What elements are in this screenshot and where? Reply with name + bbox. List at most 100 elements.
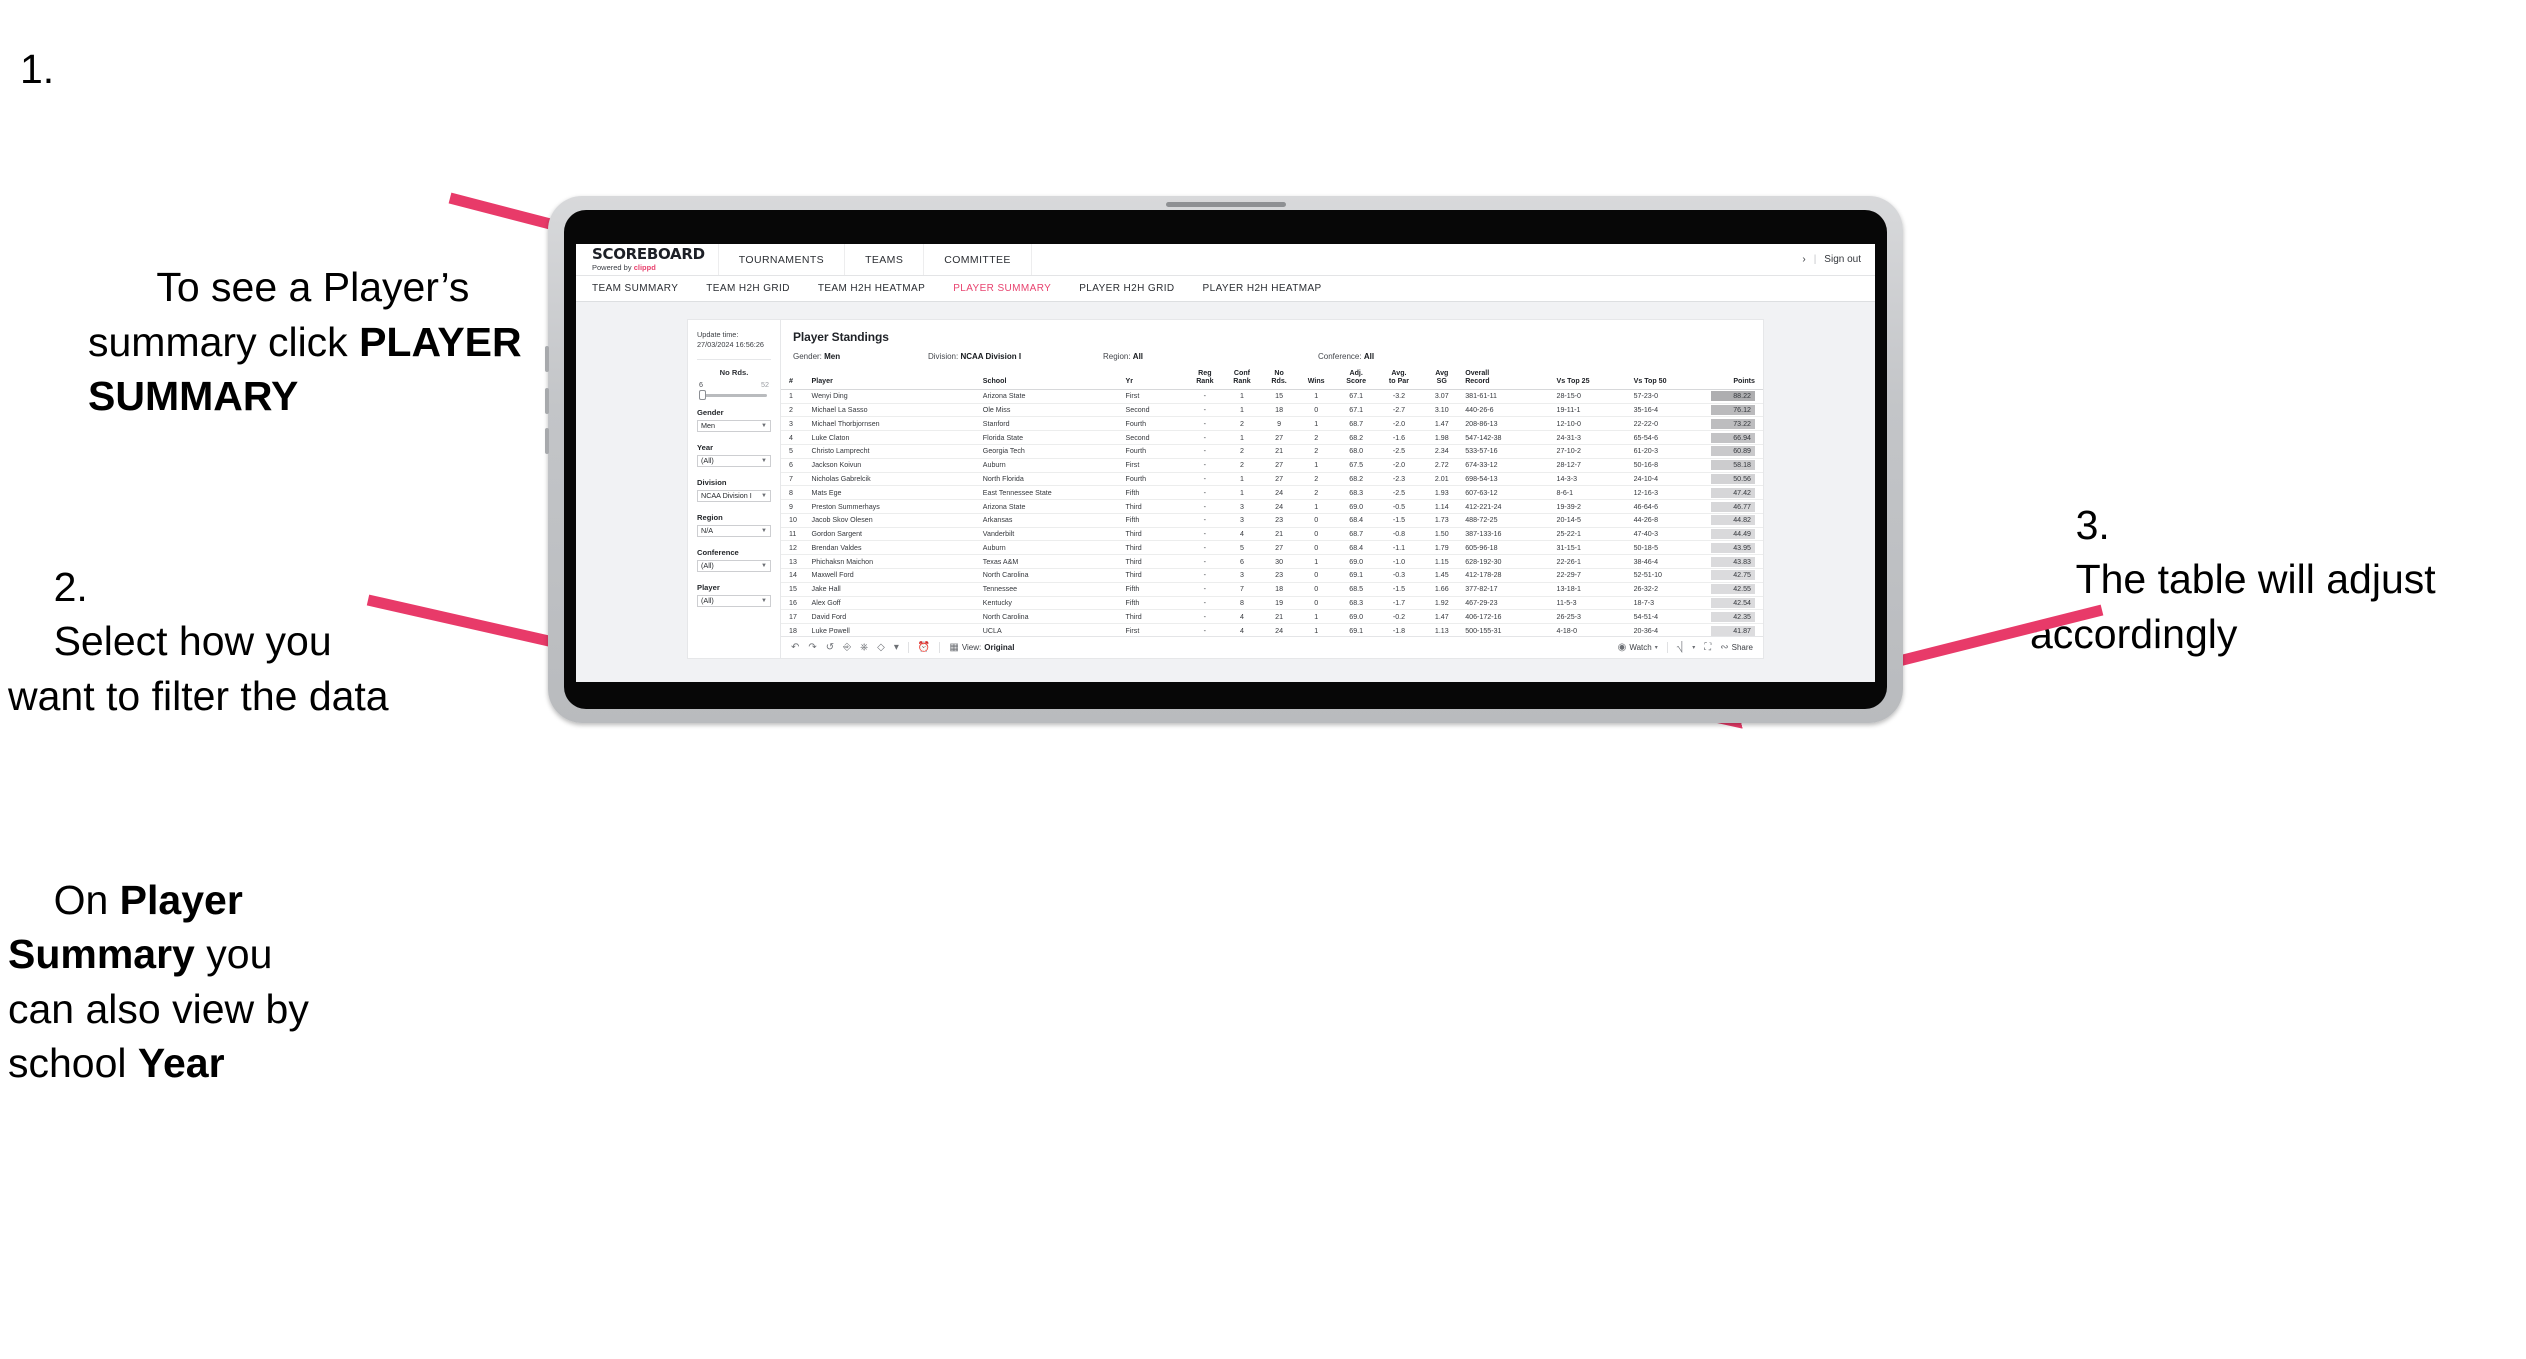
table-row[interactable]: 11 Gordon Sargent Vanderbilt Third -4 21 0 68.7… bbox=[781, 527, 1763, 542]
table-row[interactable]: 4 Luke Claton Florida State Second -1 27 2 68.2… bbox=[781, 430, 1763, 445]
tab-player-summary[interactable]: PLAYER SUMMARY bbox=[953, 283, 1051, 294]
table-row[interactable]: 12 Brendan Valdes Auburn Third -5 27 0 68.4 -1.1… bbox=[781, 540, 1763, 556]
table-row[interactable]: 17 David Ford North Carolina Third -4 21 1 69.0… bbox=[781, 609, 1763, 625]
cell-yr: Third bbox=[1123, 568, 1187, 583]
share-control[interactable]: ∾ Share bbox=[1720, 642, 1753, 653]
table-row[interactable]: 6 Jackson Koivun Auburn First -2 27 1 67.5 -2.0 2… bbox=[781, 458, 1763, 473]
col-no-rds[interactable]: No Rds. bbox=[1260, 368, 1298, 390]
dropdown-caret-icon[interactable]: ▾ bbox=[894, 642, 899, 653]
cell-school: UCLA bbox=[980, 623, 1124, 636]
tab-player-h2h-grid[interactable]: PLAYER H2H GRID bbox=[1079, 283, 1174, 294]
slider-handle[interactable] bbox=[699, 390, 706, 401]
filter-region-select[interactable]: N/A ▼ bbox=[697, 524, 771, 537]
refresh-data-icon[interactable]: ⎈ bbox=[860, 642, 868, 653]
undo-icon[interactable]: ↶ bbox=[791, 642, 799, 653]
col-avg-to-par[interactable]: Avg. to Par bbox=[1377, 368, 1421, 390]
cell-points: 47.42 bbox=[1708, 485, 1763, 501]
table-row[interactable]: 18 Luke Powell UCLA First -4 24 1 69.1 -1.8 1.13 5… bbox=[781, 623, 1763, 636]
cell-player: Gordon Sargent bbox=[809, 527, 981, 542]
col-overall[interactable]: Overall Record bbox=[1463, 368, 1555, 390]
cell-player: Luke Claton bbox=[809, 430, 981, 445]
cell-reg-rank: - bbox=[1186, 609, 1224, 625]
cell-yr: Second bbox=[1123, 430, 1187, 445]
watch-control[interactable]: ◉ Watch ▾ bbox=[1618, 642, 1658, 653]
chevron-down-icon[interactable]: ▾ bbox=[1692, 644, 1695, 651]
col-school[interactable]: School bbox=[980, 368, 1124, 390]
filter-conference-select[interactable]: (All) ▼ bbox=[697, 559, 771, 572]
cell-adj-score: 68.2 bbox=[1334, 472, 1378, 487]
col-vs-top-50[interactable]: Vs Top 50 bbox=[1631, 368, 1709, 390]
nav-item-teams[interactable]: TEAMS bbox=[844, 244, 925, 275]
view-control[interactable]: ▦ View: Original bbox=[949, 642, 1014, 653]
filter-player-select[interactable]: (All) ▼ bbox=[697, 594, 771, 607]
table-row[interactable]: 1 Wenyi Ding Arizona State First -1 15 1 67.1 -3… bbox=[781, 389, 1763, 404]
table-row[interactable]: 15 Jake Hall Tennessee Fifth -7 18 0 68.5 -1.5 1.… bbox=[781, 582, 1763, 597]
chevron-right-icon[interactable]: › bbox=[1802, 254, 1805, 265]
toolbar-divider-1 bbox=[907, 642, 909, 653]
cell-player: Jackson Koivun bbox=[809, 458, 981, 473]
cell-school: Auburn bbox=[980, 540, 1124, 556]
table-row[interactable]: 16 Alex Goff Kentucky Fifth -8 19 0 68.3 -1.7 1.9… bbox=[781, 596, 1763, 611]
col-reg-rank[interactable]: Reg Rank bbox=[1186, 368, 1224, 390]
points-value: 46.77 bbox=[1710, 501, 1755, 512]
col-vs-top-25[interactable]: Vs Top 25 bbox=[1554, 368, 1632, 390]
col-yr[interactable]: Yr bbox=[1123, 368, 1187, 390]
table-row[interactable]: 13 Phichaksn Maichon Texas A&M Third -6 30 1 69… bbox=[781, 554, 1763, 570]
filter-year-select[interactable]: (All) ▼ bbox=[697, 454, 771, 467]
filter-gender-select[interactable]: Men ▼ bbox=[697, 419, 771, 432]
tab-team-h2h-grid[interactable]: TEAM H2H GRID bbox=[706, 283, 790, 294]
points-value: 44.49 bbox=[1710, 529, 1755, 540]
table-row[interactable]: 7 Nicholas Gabrelcik North Florida Fourth -1… bbox=[781, 472, 1763, 487]
slider-track[interactable] bbox=[699, 390, 767, 401]
cell-avg-sg: 1.66 bbox=[1420, 582, 1464, 597]
nav-item-tournaments[interactable]: TOURNAMENTS bbox=[717, 244, 846, 275]
col-conf-rank[interactable]: Conf Rank bbox=[1223, 368, 1261, 390]
col-adj-score[interactable]: Adj. Score bbox=[1334, 368, 1378, 390]
tab-team-h2h-heatmap[interactable]: TEAM H2H HEATMAP bbox=[818, 283, 925, 294]
revert-icon[interactable]: ↺ bbox=[826, 642, 834, 653]
cell-school: Vanderbilt bbox=[980, 527, 1124, 542]
table-row[interactable]: 3 Michael Thorbjornsen Stanford Fourth -2 9 1 6… bbox=[781, 416, 1763, 432]
player-standings-table-wrap[interactable]: # Player School Yr Reg Rank Conf Rank No Rd… bbox=[781, 368, 1763, 636]
redo-icon[interactable]: ↷ bbox=[808, 642, 816, 653]
cell-conf-rank: 2 bbox=[1223, 444, 1261, 459]
table-row[interactable]: 5 Christo Lamprecht Georgia Tech Fourth -2 21… bbox=[781, 444, 1763, 459]
cell-wins: 0 bbox=[1297, 568, 1335, 583]
table-row[interactable]: 2 Michael La Sasso Ole Miss Second -1 18 0 67.1… bbox=[781, 403, 1763, 418]
filter-division-select[interactable]: NCAA Division I ▼ bbox=[697, 489, 771, 502]
cell-no-rds: 27 bbox=[1260, 540, 1298, 556]
clock-icon[interactable]: ⏰ bbox=[918, 642, 930, 653]
col-avg-sg[interactable]: Avg SG bbox=[1420, 368, 1464, 390]
table-row[interactable]: 9 Preston Summerhays Arizona State Third -3 2… bbox=[781, 499, 1763, 514]
cell-adj-score: 69.1 bbox=[1334, 568, 1378, 583]
annotation-step-3-text: The table will adjust accordingly bbox=[2030, 556, 2448, 657]
cell-rank: 4 bbox=[781, 430, 810, 445]
cell-avg-to-par: -1.6 bbox=[1377, 430, 1421, 445]
col-wins[interactable]: Wins bbox=[1297, 368, 1335, 390]
update-time-label: Update time: bbox=[697, 330, 739, 339]
col-player[interactable]: Player bbox=[809, 368, 981, 390]
tab-player-h2h-heatmap[interactable]: PLAYER H2H HEATMAP bbox=[1203, 283, 1322, 294]
cell-overall-record: 440-26-6 bbox=[1463, 403, 1555, 418]
pause-auto-update-icon[interactable]: ⎆ bbox=[843, 642, 851, 653]
table-row[interactable]: 8 Mats Ege East Tennessee State Fifth -1 24 2 6… bbox=[781, 485, 1763, 501]
cell-yr: First bbox=[1123, 389, 1187, 404]
table-body: 1 Wenyi Ding Arizona State First -1 15 1 67.1 -3… bbox=[781, 389, 1763, 636]
cell-vs-top-50: 61-20-3 bbox=[1631, 444, 1709, 459]
shape-icon[interactable]: ◇ bbox=[877, 642, 885, 653]
tab-team-summary[interactable]: TEAM SUMMARY bbox=[592, 283, 678, 294]
fullscreen-icon[interactable]: ⛶ bbox=[1704, 642, 1711, 653]
col-rank[interactable]: # bbox=[781, 368, 810, 390]
table-row[interactable]: 10 Jacob Skov Olesen Arkansas Fifth -3 23 0 68.… bbox=[781, 513, 1763, 528]
cell-vs-top-50: 24-10-4 bbox=[1631, 472, 1709, 487]
cell-vs-top-50: 50-18-5 bbox=[1631, 540, 1709, 556]
cell-reg-rank: - bbox=[1186, 527, 1224, 542]
sign-out-link[interactable]: Sign out bbox=[1824, 254, 1861, 265]
cell-conf-rank: 5 bbox=[1223, 540, 1261, 556]
cell-school: Arkansas bbox=[980, 513, 1124, 528]
download-icon[interactable]: ⎷ bbox=[1677, 642, 1684, 653]
nav-item-committee[interactable]: COMMITTEE bbox=[923, 244, 1032, 275]
col-points[interactable]: Points bbox=[1708, 368, 1763, 390]
table-row[interactable]: 14 Maxwell Ford North Carolina Third -3 23 0 69… bbox=[781, 568, 1763, 583]
viz-title: Player Standings bbox=[793, 330, 889, 344]
